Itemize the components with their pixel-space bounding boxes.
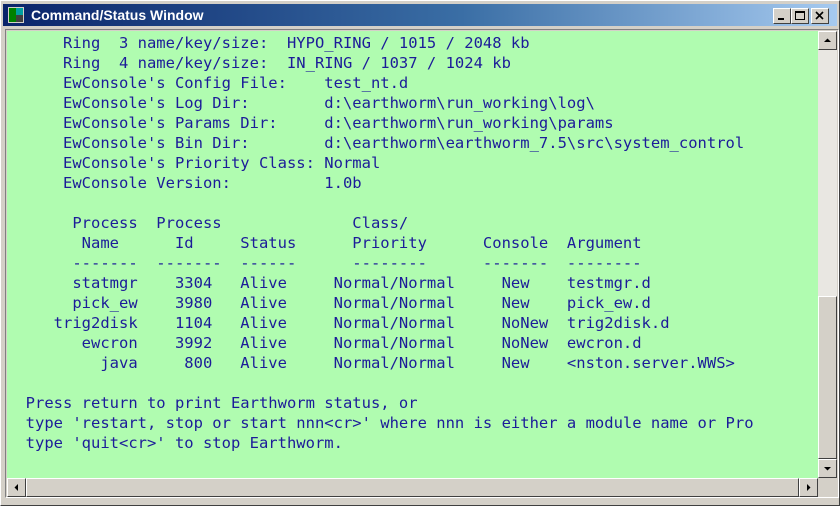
- console-line: pick_ew 3980 Alive Normal/Normal New pic…: [7, 294, 651, 312]
- console-line: ------- ------- ------ -------- ------- …: [7, 254, 642, 272]
- command-status-window: Command/Status Window Ring 3 name/key/si…: [0, 0, 840, 506]
- minimize-button[interactable]: [773, 8, 791, 24]
- console-line: Ring 3 name/key/size: HYPO_RING / 1015 /…: [7, 34, 530, 52]
- console-line: type 'quit<cr>' to stop Earthworm.: [7, 434, 343, 452]
- earthworm-console-icon: [8, 7, 24, 23]
- scrollbar-corner: [818, 478, 837, 497]
- scroll-left-button[interactable]: [7, 478, 26, 497]
- console-line: ewcron 3992 Alive Normal/Normal NoNew ew…: [7, 334, 642, 352]
- console-line: type 'restart, stop or start nnn<cr>' wh…: [7, 414, 754, 432]
- console-line: EwConsole's Config File: test_nt.d: [7, 74, 409, 92]
- scroll-left-arrow-icon: [14, 484, 18, 491]
- console-output[interactable]: Ring 3 name/key/size: HYPO_RING / 1015 /…: [7, 31, 818, 478]
- console-line: EwConsole's Bin Dir: d:\earthworm\earthw…: [7, 134, 745, 152]
- console-line: java 800 Alive Normal/Normal New <nston.…: [7, 354, 735, 372]
- scroll-up-arrow-icon: [824, 38, 831, 42]
- console-line: EwConsole's Priority Class: Normal: [7, 154, 381, 172]
- close-button[interactable]: [811, 8, 829, 24]
- console-line: statmgr 3304 Alive Normal/Normal New tes…: [7, 274, 651, 292]
- title-bar[interactable]: Command/Status Window: [3, 4, 837, 26]
- console-line: Name Id Status Priority Console Argument: [7, 234, 642, 252]
- maximize-button[interactable]: [791, 8, 809, 24]
- horizontal-scroll-thumb[interactable]: [26, 478, 799, 497]
- console-line: EwConsole Version: 1.0b: [7, 174, 362, 192]
- scroll-right-arrow-icon: [807, 484, 811, 491]
- scroll-down-button[interactable]: [818, 459, 837, 478]
- scroll-up-button[interactable]: [818, 31, 837, 50]
- window-title: Command/Status Window: [31, 7, 204, 23]
- maximize-icon: [795, 11, 805, 20]
- scroll-right-button[interactable]: [799, 478, 818, 497]
- horizontal-scrollbar[interactable]: [7, 478, 818, 497]
- scroll-down-arrow-icon: [824, 467, 831, 471]
- console-line: Process Process Class/: [7, 214, 409, 232]
- console-line: Press return to print Earthworm status, …: [7, 394, 418, 412]
- console-client-area: Ring 3 name/key/size: HYPO_RING / 1015 /…: [5, 29, 839, 498]
- close-icon: [815, 11, 824, 20]
- vertical-scroll-thumb[interactable]: [818, 296, 837, 459]
- console-line: EwConsole's Log Dir: d:\earthworm\run_wo…: [7, 94, 595, 112]
- vertical-scrollbar[interactable]: [818, 31, 837, 478]
- console-line: EwConsole's Params Dir: d:\earthworm\run…: [7, 114, 614, 132]
- console-line: Ring 4 name/key/size: IN_RING / 1037 / 1…: [7, 54, 511, 72]
- minimize-icon: [778, 18, 784, 20]
- console-line: trig2disk 1104 Alive Normal/Normal NoNew…: [7, 314, 670, 332]
